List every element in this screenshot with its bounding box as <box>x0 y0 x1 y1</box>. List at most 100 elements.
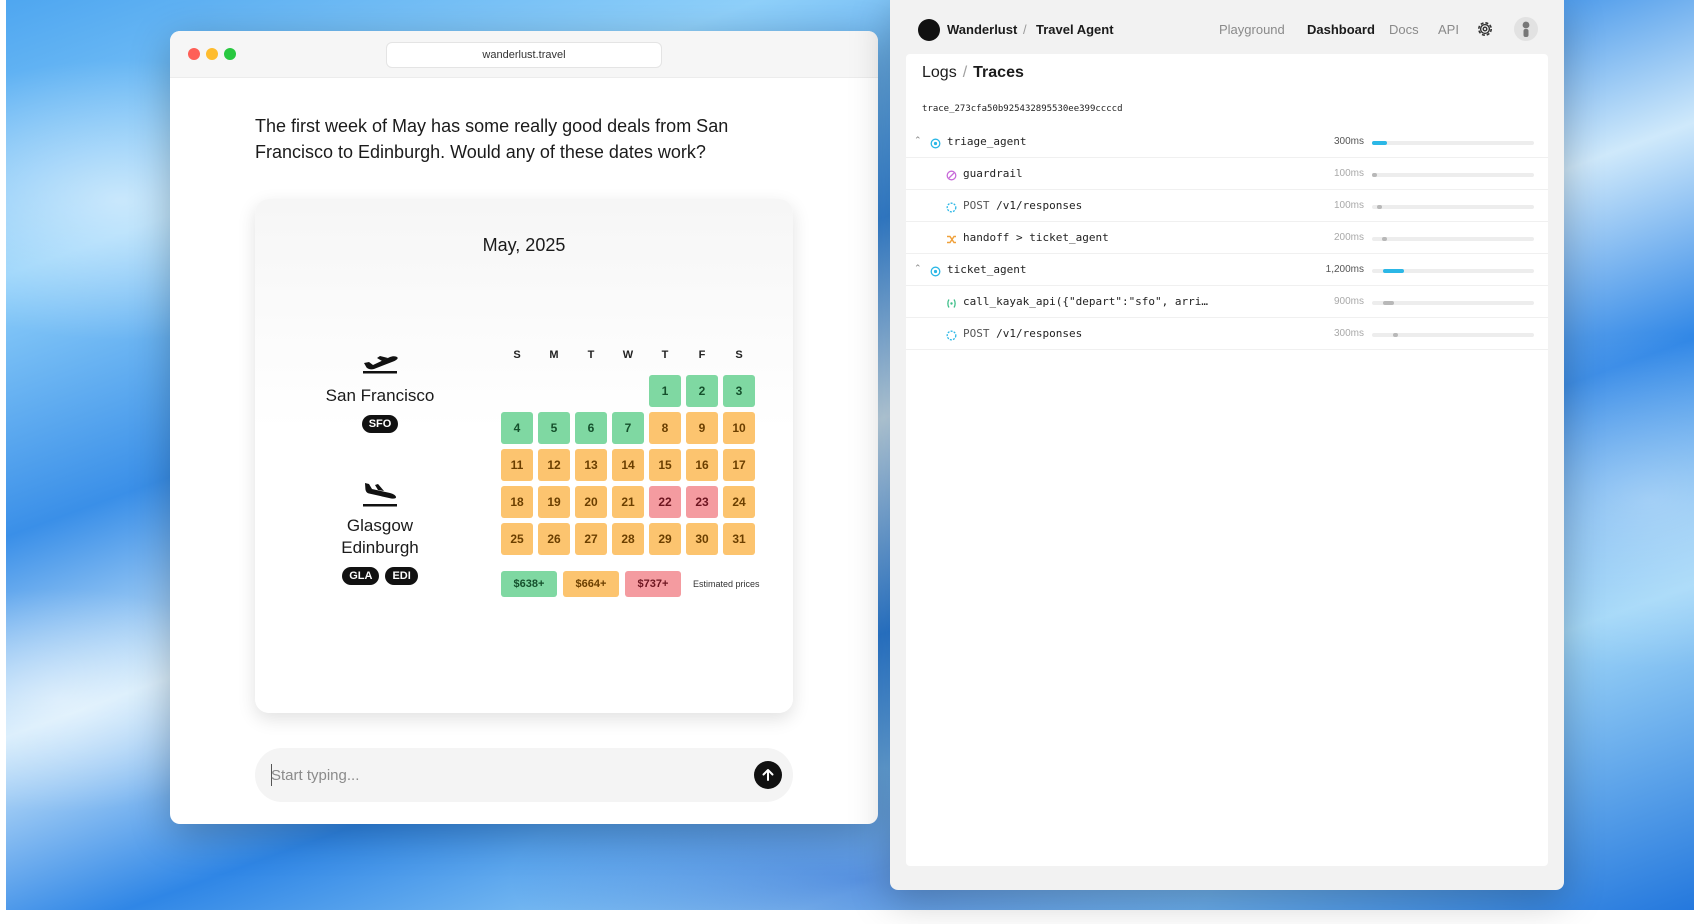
calendar-day[interactable]: 11 <box>501 449 533 481</box>
calendar-day[interactable]: 16 <box>686 449 718 481</box>
chevron-up-icon[interactable]: ⌃ <box>914 263 922 274</box>
calendar-day[interactable]: 25 <box>501 523 533 555</box>
calendar-day[interactable]: 19 <box>538 486 570 518</box>
breadcrumb-logs[interactable]: Logs <box>922 64 957 81</box>
message-input[interactable] <box>271 762 711 788</box>
arrow-up-icon <box>762 769 774 781</box>
send-button[interactable] <box>754 761 782 789</box>
calendar-day[interactable]: 24 <box>723 486 755 518</box>
calendar-day[interactable]: 13 <box>575 449 607 481</box>
brand-name[interactable]: Wanderlust <box>947 22 1017 37</box>
span-row[interactable]: POST /v1/responses 100ms <box>906 190 1548 222</box>
span-timeline-track <box>1372 237 1534 241</box>
nav-api[interactable]: API <box>1438 22 1459 37</box>
span-timeline-bar <box>1393 333 1398 337</box>
breadcrumb-separator: / <box>1023 22 1027 37</box>
origin-airport-codes: SFO <box>295 415 465 433</box>
calendar-day[interactable]: 17 <box>723 449 755 481</box>
span-label: /v1/responses <box>996 327 1083 340</box>
legend-note: Estimated prices <box>693 579 760 589</box>
dashboard-window: Wanderlust / Travel Agent Playground Das… <box>890 0 1564 890</box>
maximize-window-button[interactable] <box>224 48 236 60</box>
span-row[interactable]: guardrail 100ms <box>906 158 1548 190</box>
calendar-day[interactable]: 12 <box>538 449 570 481</box>
calendar-day[interactable]: 27 <box>575 523 607 555</box>
nav-playground[interactable]: Playground <box>1219 22 1285 37</box>
traces-panel: Logs / Traces trace_273cfa50b925432895530e… <box>906 54 1548 866</box>
calendar-day[interactable]: 3 <box>723 375 755 407</box>
calendar-day[interactable]: 2 <box>686 375 718 407</box>
airport-code-badge: GLA <box>342 567 380 585</box>
span-row[interactable]: ⌃ triage_agent 300ms <box>906 126 1548 158</box>
calendar-day[interactable]: 23 <box>686 486 718 518</box>
breadcrumb-separator: / <box>962 64 968 81</box>
weekday-label: W <box>622 349 634 361</box>
span-duration: 100ms <box>1333 200 1364 211</box>
calendar-day[interactable]: 18 <box>501 486 533 518</box>
calendar-day[interactable]: 5 <box>538 412 570 444</box>
nav-docs[interactable]: Docs <box>1389 22 1419 37</box>
span-duration: 200ms <box>1333 232 1364 243</box>
span-row[interactable]: handoff > ticket_agent 200ms <box>906 222 1548 254</box>
calendar-day[interactable]: 20 <box>575 486 607 518</box>
calendar-day[interactable]: 31 <box>723 523 755 555</box>
calendar-day[interactable]: 4 <box>501 412 533 444</box>
guardrail-icon <box>946 168 957 181</box>
span-timeline-bar <box>1372 141 1387 145</box>
span-list: ⌃ triage_agent 300ms guardrail 100ms POST /v1… <box>906 126 1548 350</box>
browser-toolbar: wanderlust.travel <box>170 31 878 78</box>
span-duration: 100ms <box>1333 168 1364 179</box>
weekday-label: S <box>513 349 521 361</box>
calendar-day[interactable]: 7 <box>612 412 644 444</box>
calendar-day[interactable]: 21 <box>612 486 644 518</box>
span-label: /v1/responses <box>996 199 1083 212</box>
calendar-day[interactable]: 8 <box>649 412 681 444</box>
span-timeline-bar <box>1383 301 1394 305</box>
span-row[interactable]: ⌃ ticket_agent 1,200ms <box>906 254 1548 286</box>
calendar-day[interactable]: 22 <box>649 486 681 518</box>
span-timeline-bar <box>1377 205 1382 209</box>
span-duration: 300ms <box>1333 136 1364 147</box>
minimize-window-button[interactable] <box>206 48 218 60</box>
span-timeline-track <box>1372 301 1534 305</box>
panel-breadcrumb: Logs / Traces <box>922 64 1024 82</box>
calendar-day[interactable]: 10 <box>723 412 755 444</box>
browser-window: wanderlust.travel The first week of May … <box>170 31 878 824</box>
span-label: guardrail <box>963 167 1023 180</box>
calendar-day[interactable]: 28 <box>612 523 644 555</box>
calendar-day[interactable]: 9 <box>686 412 718 444</box>
destination-airport-codes: GLA EDI <box>295 567 465 585</box>
calendar-day[interactable]: 14 <box>612 449 644 481</box>
span-row[interactable]: call_kayak_api({"depart":"sfo", arri… 900… <box>906 286 1548 318</box>
agent-icon <box>930 136 941 149</box>
close-window-button[interactable] <box>188 48 200 60</box>
calendar-blank-cell <box>501 375 533 407</box>
avatar[interactable] <box>1514 17 1538 41</box>
span-name: ticket_agent <box>947 263 1026 276</box>
project-name[interactable]: Travel Agent <box>1036 22 1114 37</box>
chevron-up-icon[interactable]: ⌃ <box>914 135 922 146</box>
calendar-day[interactable]: 29 <box>649 523 681 555</box>
span-name: POST /v1/responses <box>963 199 1082 212</box>
destination-city-line1: Glasgow <box>346 516 414 535</box>
calendar-day[interactable]: 1 <box>649 375 681 407</box>
agent-icon <box>930 264 941 277</box>
dashboard-topnav: Wanderlust / Travel Agent Playground Das… <box>890 0 1564 50</box>
span-duration: 900ms <box>1333 296 1364 307</box>
screen-edge-bottom <box>0 910 1694 924</box>
calendar-day[interactable]: 26 <box>538 523 570 555</box>
span-row[interactable]: POST /v1/responses 300ms <box>906 318 1548 350</box>
span-label: handoff > ticket_agent <box>963 231 1109 244</box>
function-icon <box>946 296 957 308</box>
flight-calendar-card: May, 2025 San Francisco SFO Glasgow Edin… <box>255 199 793 713</box>
calendar-blank-cell <box>612 375 644 407</box>
logo-icon <box>918 19 940 41</box>
calendar-day[interactable]: 15 <box>649 449 681 481</box>
calendar-day[interactable]: 6 <box>575 412 607 444</box>
nav-dashboard[interactable]: Dashboard <box>1307 22 1375 37</box>
span-timeline-track <box>1372 141 1534 145</box>
weekday-label: M <box>549 349 559 361</box>
gear-icon[interactable] <box>1476 20 1494 38</box>
address-bar[interactable]: wanderlust.travel <box>386 42 662 68</box>
calendar-day[interactable]: 30 <box>686 523 718 555</box>
